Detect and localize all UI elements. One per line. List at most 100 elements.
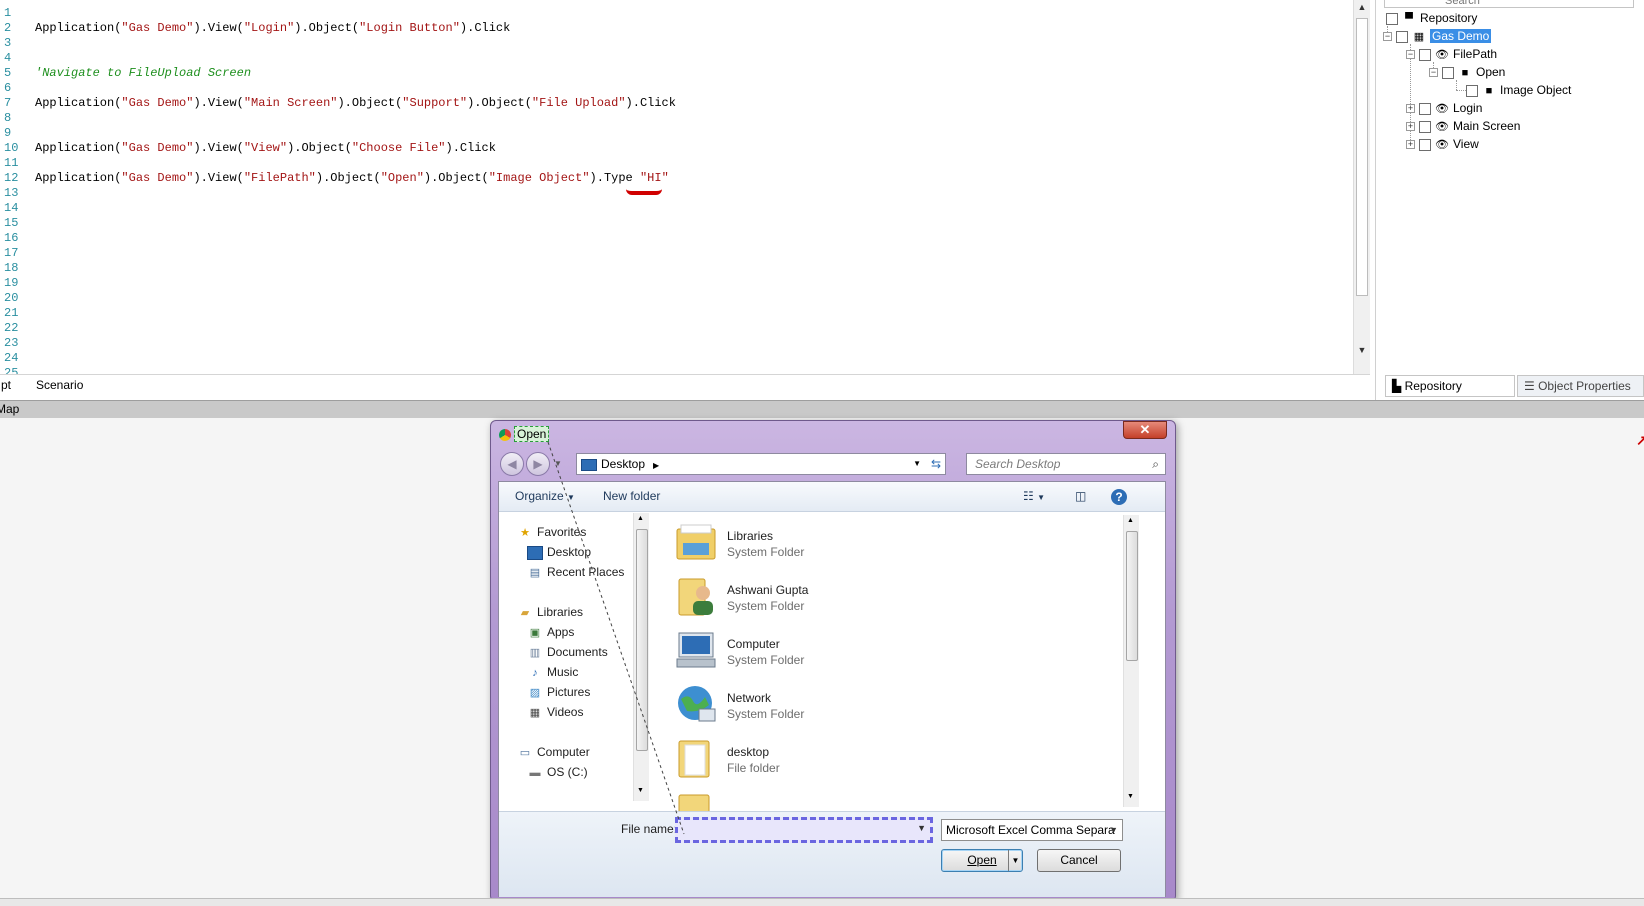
list-item[interactable]: Computer System Folder — [675, 625, 1135, 673]
collapse-icon[interactable]: − — [1406, 50, 1415, 60]
checkbox[interactable] — [1419, 120, 1431, 133]
list-item[interactable]: Libraries System Folder — [675, 517, 1135, 565]
forward-button[interactable]: ▶ — [526, 452, 550, 476]
address-dropdown-icon[interactable]: ▼ — [913, 454, 921, 474]
code-line-3[interactable] — [35, 36, 1345, 51]
code-token: Application( — [35, 96, 122, 110]
list-item[interactable] — [675, 787, 1135, 811]
checkbox[interactable] — [1442, 66, 1454, 79]
code-line-12[interactable]: Application("Gas Demo").View("FilePath")… — [35, 171, 1345, 186]
nav-apps[interactable]: ▣ Apps — [527, 623, 575, 641]
organize-button[interactable]: Organize ▼ — [515, 489, 575, 503]
checkbox[interactable] — [1386, 12, 1398, 25]
tree-node-main-screen[interactable]: + 👁 Main Screen — [1406, 118, 1520, 134]
tree-node-repository[interactable]: ▀ Repository — [1386, 10, 1477, 26]
nav-recent-places[interactable]: ▤ Recent Places — [527, 563, 625, 581]
file-type-select[interactable]: Microsoft Excel Comma Separa ▼ — [941, 819, 1123, 841]
collapse-icon[interactable]: − — [1383, 32, 1392, 42]
nav-documents[interactable]: ▥ Documents — [527, 643, 608, 661]
scroll-up-icon[interactable]: ▲ — [1127, 517, 1134, 524]
nav-music[interactable]: ♪ Music — [527, 663, 578, 681]
checkbox[interactable] — [1419, 48, 1431, 61]
expand-icon[interactable]: + — [1406, 140, 1415, 150]
expand-icon[interactable]: + — [1406, 122, 1415, 132]
breadcrumb-arrow-icon[interactable]: ▶ — [653, 461, 659, 470]
checkbox[interactable] — [1466, 84, 1478, 97]
repository-search[interactable]: Search — [1384, 0, 1634, 8]
comment-token: 'Navigate to FileUpload Screen — [35, 66, 252, 80]
checkbox[interactable] — [1419, 102, 1431, 115]
scroll-down-icon[interactable]: ▼ — [1127, 793, 1134, 800]
code-line-8[interactable] — [35, 111, 1345, 126]
scroll-up-icon[interactable]: ▲ — [1357, 2, 1367, 12]
expand-icon[interactable]: + — [1406, 104, 1415, 114]
code-line-9[interactable] — [35, 126, 1345, 141]
address-bar[interactable]: Desktop ▶ ▼ ⇆ — [576, 453, 946, 475]
code-line-1[interactable] — [35, 6, 1345, 21]
list-item[interactable]: desktop File folder — [675, 733, 1135, 781]
file-list-scrollbar[interactable]: ▲ ▼ — [1123, 515, 1139, 807]
script-editor[interactable]: 1 2 3 4 5 6 7 8 9 10 11 12 13 14 15 16 17 18 19 20 21 22 23 24 2… — [0, 0, 1370, 380]
tree-node-view[interactable]: + 👁 View — [1406, 136, 1479, 152]
nav-os-c[interactable]: ▬ OS (C:) — [527, 763, 588, 781]
search-desktop-input[interactable]: Search Desktop ⌕ — [966, 453, 1166, 475]
nav-computer[interactable]: ▭ Computer — [517, 743, 590, 761]
close-button[interactable]: ✕ — [1123, 421, 1167, 439]
code-line-6[interactable] — [35, 81, 1345, 96]
line-number: 4 — [4, 51, 12, 65]
tab-scenario[interactable]: Scenario — [36, 378, 83, 392]
open-button[interactable]: Open ▼ — [941, 849, 1023, 872]
code-line-4[interactable] — [35, 51, 1345, 66]
dropdown-arrow-icon: ▼ — [567, 493, 575, 502]
scrollbar-thumb[interactable] — [636, 529, 648, 751]
code-area[interactable]: Application("Gas Demo").View("Login").Ob… — [35, 6, 1345, 186]
editor-scrollbar[interactable]: ▲ ▼ — [1353, 0, 1370, 374]
checkbox[interactable] — [1396, 30, 1408, 43]
tree-node-login[interactable]: + 👁 Login — [1406, 100, 1482, 116]
code-token: ).Click — [459, 21, 511, 35]
code-line-7[interactable]: Application("Gas Demo").View("Main Scree… — [35, 96, 1345, 111]
scrollbar-thumb[interactable] — [1356, 18, 1368, 296]
history-dropdown-icon[interactable]: ▼ — [554, 459, 562, 468]
tab-script[interactable]: pt — [1, 378, 11, 392]
nav-libraries[interactable]: ▰ Libraries — [517, 603, 583, 621]
help-icon[interactable]: ? — [1111, 489, 1127, 505]
refresh-icon[interactable]: ⇆ — [931, 454, 941, 474]
tree-node-filepath[interactable]: − 👁 FilePath — [1406, 46, 1497, 62]
search-icon[interactable]: ⌕ — [1152, 454, 1159, 474]
file-name-dropdown-icon[interactable]: ▼ — [917, 823, 926, 833]
nav-videos[interactable]: ▦ Videos — [527, 703, 584, 721]
code-line-2[interactable]: Application("Gas Demo").View("Login").Ob… — [35, 21, 1345, 36]
navigation-scrollbar[interactable]: ▲ ▼ — [633, 513, 649, 801]
tab-object-properties[interactable]: ☰ Object Properties — [1517, 375, 1644, 397]
scroll-down-icon[interactable]: ▼ — [1357, 345, 1367, 355]
string-token: "Login Button" — [359, 21, 460, 35]
checkbox[interactable] — [1419, 138, 1431, 151]
tree-node-gas-demo[interactable]: − ▦ Gas Demo — [1383, 28, 1492, 44]
cancel-button[interactable]: Cancel — [1037, 849, 1121, 872]
tree-node-image-object[interactable]: ■ Image Object — [1466, 82, 1571, 98]
code-line-5[interactable]: 'Navigate to FileUpload Screen — [35, 66, 1345, 81]
nav-desktop[interactable]: Desktop — [527, 543, 591, 561]
nav-favorites[interactable]: ★ Favorites — [517, 523, 586, 541]
scroll-up-icon[interactable]: ▲ — [637, 515, 644, 522]
collapse-icon[interactable]: − — [1429, 68, 1438, 78]
back-button[interactable]: ◀ — [500, 452, 524, 476]
preview-pane-icon[interactable]: ◫ — [1075, 489, 1086, 503]
list-item[interactable]: Ashwani Gupta System Folder — [675, 571, 1135, 619]
dialog-titlebar[interactable]: Open — [499, 426, 550, 445]
new-folder-button[interactable]: New folder — [603, 489, 660, 503]
open-options-dropdown-icon[interactable]: ▼ — [1008, 850, 1022, 871]
code-line-10[interactable]: Application("Gas Demo").View("View").Obj… — [35, 141, 1345, 156]
scroll-down-icon[interactable]: ▼ — [637, 787, 644, 794]
code-line-11[interactable] — [35, 156, 1345, 171]
nav-pictures[interactable]: ▨ Pictures — [527, 683, 591, 701]
libraries-icon: ▰ — [520, 606, 530, 619]
scrollbar-thumb[interactable] — [1126, 531, 1138, 661]
file-type-dropdown-icon[interactable]: ▼ — [1109, 820, 1118, 840]
tree-node-open[interactable]: − ■ Open — [1429, 64, 1505, 80]
file-name-input[interactable]: ▼ — [675, 817, 933, 843]
list-item[interactable]: Network System Folder — [675, 679, 1135, 727]
view-options-icon[interactable]: ☷ ▼ — [1023, 489, 1045, 503]
tab-repository-explorer[interactable]: ▙ Repository Explorer — [1385, 375, 1515, 413]
